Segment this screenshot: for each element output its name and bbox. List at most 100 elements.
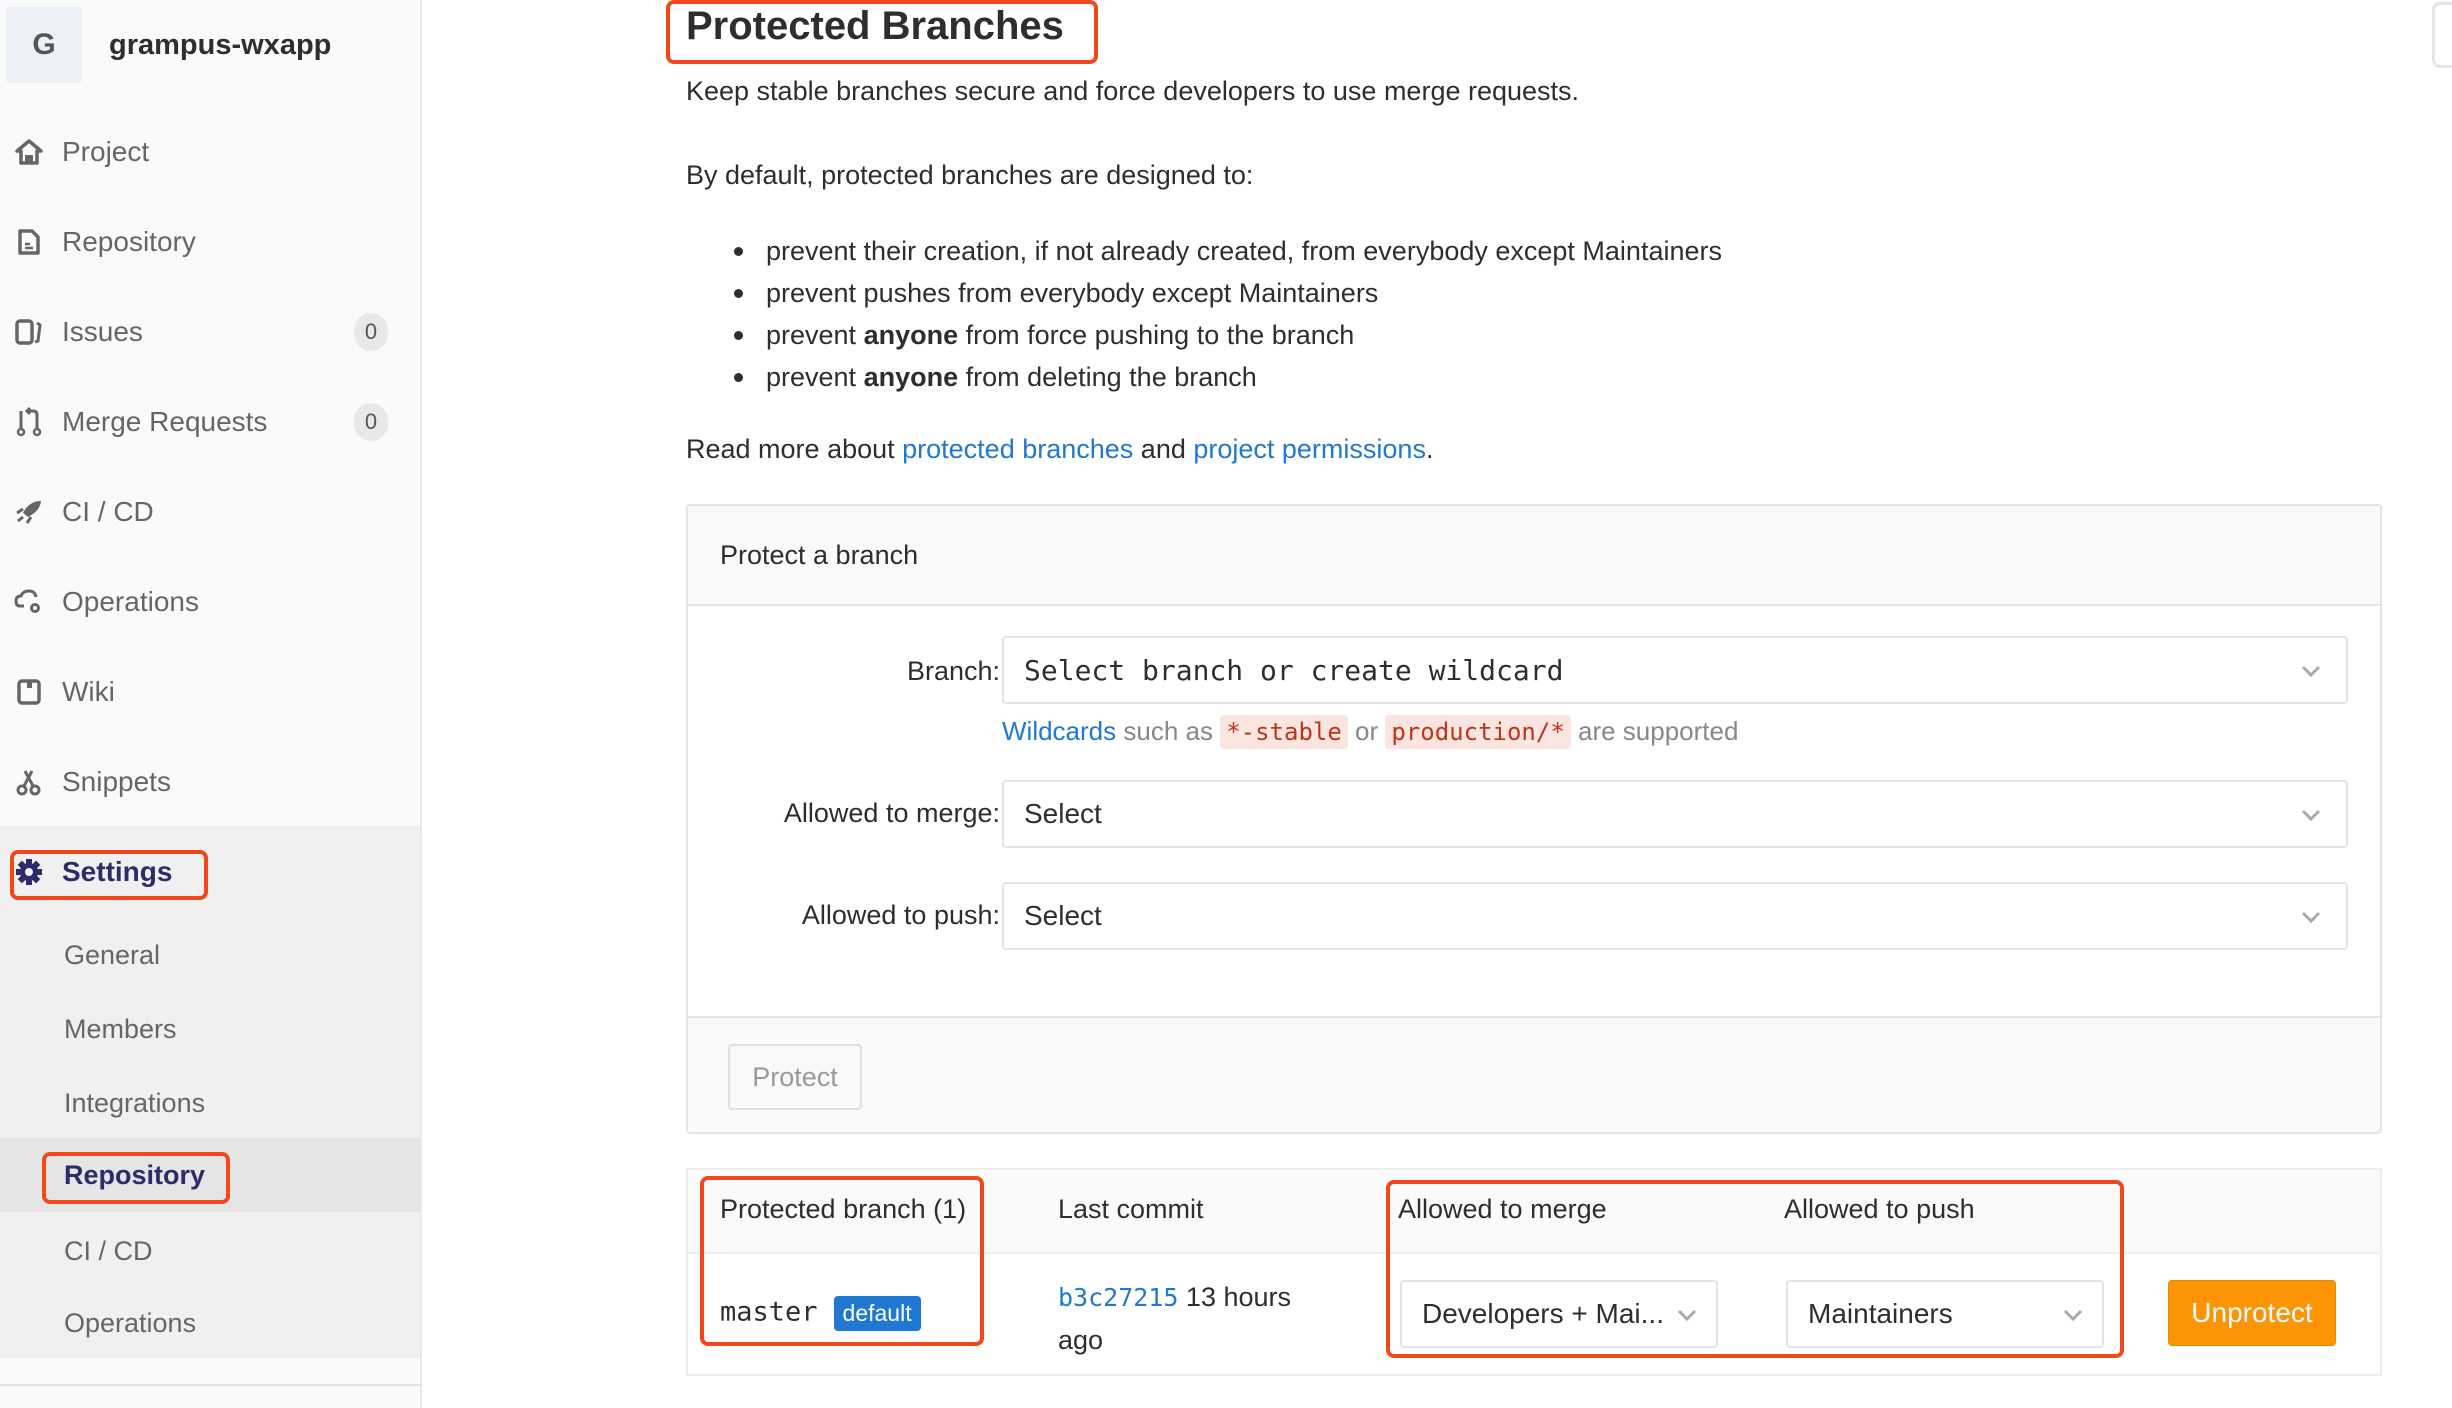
- allowed-to-push-select[interactable]: Select: [1002, 882, 2348, 950]
- chevron-down-icon: [1677, 1309, 1697, 1322]
- sidebar-item-label: Operations: [62, 586, 199, 617]
- header-last-commit: Last commit: [1058, 1194, 1204, 1224]
- read-more-text: and: [1133, 434, 1194, 464]
- settings-sub-operations[interactable]: Operations: [0, 1286, 420, 1360]
- protected-branches-table: Protected branch (1) Last commit Allowed…: [686, 1168, 2382, 1376]
- issues-count-badge: 0: [354, 313, 388, 351]
- allowed-to-merge-dropdown[interactable]: Developers + Mai...: [1400, 1280, 1718, 1348]
- sidebar-item-issues[interactable]: Issues 0: [0, 287, 420, 377]
- sidebar-item-label: Wiki: [62, 676, 115, 707]
- chevron-down-icon: [2301, 809, 2321, 822]
- bullet-text: from force pushing to the branch: [958, 320, 1355, 350]
- bullet-text: prevent: [766, 362, 864, 392]
- unprotect-button[interactable]: Unprotect: [2168, 1280, 2336, 1346]
- project-name: grampus-wxapp: [109, 28, 332, 61]
- book-icon: [14, 677, 44, 707]
- sidebar-item-operations[interactable]: Operations: [0, 557, 420, 647]
- project-permissions-link[interactable]: project permissions: [1193, 434, 1426, 464]
- branch-select-placeholder: Select branch or create wildcard: [1024, 653, 1564, 687]
- document-icon: [14, 227, 44, 257]
- default-heading: By default, protected branches are desig…: [686, 160, 1254, 190]
- header-allowed-to-merge: Allowed to merge: [1398, 1194, 1607, 1224]
- bullet-text: prevent their creation, if not already c…: [766, 236, 1722, 266]
- code-production: production/*: [1385, 715, 1571, 749]
- protect-button[interactable]: Protect: [728, 1044, 862, 1110]
- allowed-to-merge-value: Select: [1024, 798, 1102, 829]
- branch-select[interactable]: Select branch or create wildcard: [1002, 636, 2348, 704]
- settings-sub-members[interactable]: Members: [0, 992, 420, 1066]
- header-allowed-to-push: Allowed to push: [1784, 1194, 1975, 1224]
- sidebar: G grampus-wxapp Project Repository Issue…: [0, 0, 422, 1408]
- list-item: prevent their creation, if not already c…: [730, 230, 1722, 272]
- sidebar-item-project[interactable]: Project: [0, 107, 420, 197]
- sidebar-item-label: Settings: [62, 856, 173, 887]
- sidebar-item-wiki[interactable]: Wiki: [0, 647, 420, 737]
- allowed-to-merge-label: Allowed to merge:: [783, 798, 1000, 828]
- wildcards-link[interactable]: Wildcards: [1002, 716, 1116, 746]
- project-avatar: G: [6, 7, 82, 83]
- sidebar-item-snippets[interactable]: Snippets: [0, 737, 420, 827]
- panel-footer: Protect: [688, 1016, 2380, 1132]
- protect-branch-panel: Protect a branch Branch: Select branch o…: [686, 504, 2382, 1134]
- read-more: Read more about protected branches and p…: [686, 434, 1433, 465]
- gear-icon: [14, 857, 44, 887]
- hint-text: such as: [1116, 716, 1221, 746]
- sidebar-item-merge-requests[interactable]: Merge Requests 0: [0, 377, 420, 467]
- sub-item-label: General: [64, 939, 161, 970]
- settings-sub-general[interactable]: General: [0, 918, 420, 992]
- last-commit-cell: b3c27215 13 hours ago: [1058, 1276, 1291, 1361]
- sidebar-item-label: Merge Requests: [62, 406, 268, 437]
- bullet-text: prevent pushes from everybody except Mai…: [766, 278, 1379, 308]
- read-more-text: .: [1425, 434, 1434, 464]
- list-item: prevent anyone from deleting the branch: [730, 356, 1722, 398]
- table-header: Protected branch (1) Last commit Allowed…: [688, 1170, 2380, 1254]
- sidebar-item-label: Project: [62, 136, 150, 167]
- bullet-text: prevent: [766, 320, 864, 350]
- sidebar-divider: [0, 1384, 420, 1386]
- bullet-text: from deleting the branch: [958, 362, 1257, 392]
- sidebar-item-label: Repository: [62, 226, 196, 257]
- settings-sub-integrations[interactable]: Integrations: [0, 1066, 420, 1140]
- chevron-down-icon: [2301, 665, 2321, 678]
- wildcard-hint: Wildcards such as *-stable or production…: [1002, 715, 1739, 749]
- home-icon: [14, 137, 44, 167]
- rocket-icon: [14, 497, 44, 527]
- cloud-gear-icon: [14, 587, 44, 617]
- merge-request-icon: [14, 407, 44, 437]
- sidebar-item-settings[interactable]: Settings: [0, 826, 420, 918]
- sub-item-label: Repository: [64, 1159, 206, 1190]
- branch-name: master: [720, 1296, 818, 1328]
- sub-item-label: Operations: [64, 1307, 197, 1338]
- sub-item-label: CI / CD: [64, 1235, 153, 1266]
- sidebar-item-ci-cd[interactable]: CI / CD: [0, 467, 420, 557]
- allowed-to-merge-select[interactable]: Select: [1002, 780, 2348, 848]
- protection-rules-list: prevent their creation, if not already c…: [730, 230, 1722, 398]
- commit-time: 13 hours: [1178, 1282, 1291, 1312]
- settings-section: Settings General Members Integrations Re…: [0, 826, 420, 1358]
- branch-cell: master default: [720, 1296, 921, 1331]
- protected-branches-link[interactable]: protected branches: [902, 434, 1133, 464]
- commit-sha-link[interactable]: b3c27215: [1058, 1283, 1178, 1312]
- top-right-control[interactable]: [2432, 2, 2452, 68]
- branch-label: Branch:: [906, 656, 1000, 686]
- project-header[interactable]: G grampus-wxapp: [6, 6, 331, 84]
- allowed-to-push-dropdown-value: Maintainers: [1808, 1298, 1953, 1329]
- sub-item-label: Members: [64, 1013, 177, 1044]
- read-more-text: Read more about: [686, 434, 903, 464]
- settings-sub-ci-cd[interactable]: CI / CD: [0, 1214, 420, 1288]
- default-badge: default: [833, 1296, 921, 1331]
- hint-text: are supported: [1570, 716, 1739, 746]
- page-intro: Keep stable branches secure and force de…: [686, 76, 1580, 106]
- allowed-to-merge-dropdown-value: Developers + Mai...: [1422, 1298, 1664, 1329]
- header-protected-branch: Protected branch (1): [720, 1194, 967, 1224]
- bullet-emphasis: anyone: [863, 362, 959, 392]
- commit-time-cont: ago: [1058, 1325, 1104, 1355]
- sidebar-item-repository[interactable]: Repository: [0, 197, 420, 287]
- hint-text: or: [1347, 716, 1386, 746]
- chevron-down-icon: [2063, 1309, 2083, 1322]
- settings-sub-repository[interactable]: Repository: [0, 1138, 420, 1212]
- allowed-to-push-dropdown[interactable]: Maintainers: [1786, 1280, 2104, 1348]
- issues-icon: [14, 317, 44, 347]
- page-title: Protected Branches: [686, 4, 1064, 48]
- scissors-icon: [14, 767, 44, 797]
